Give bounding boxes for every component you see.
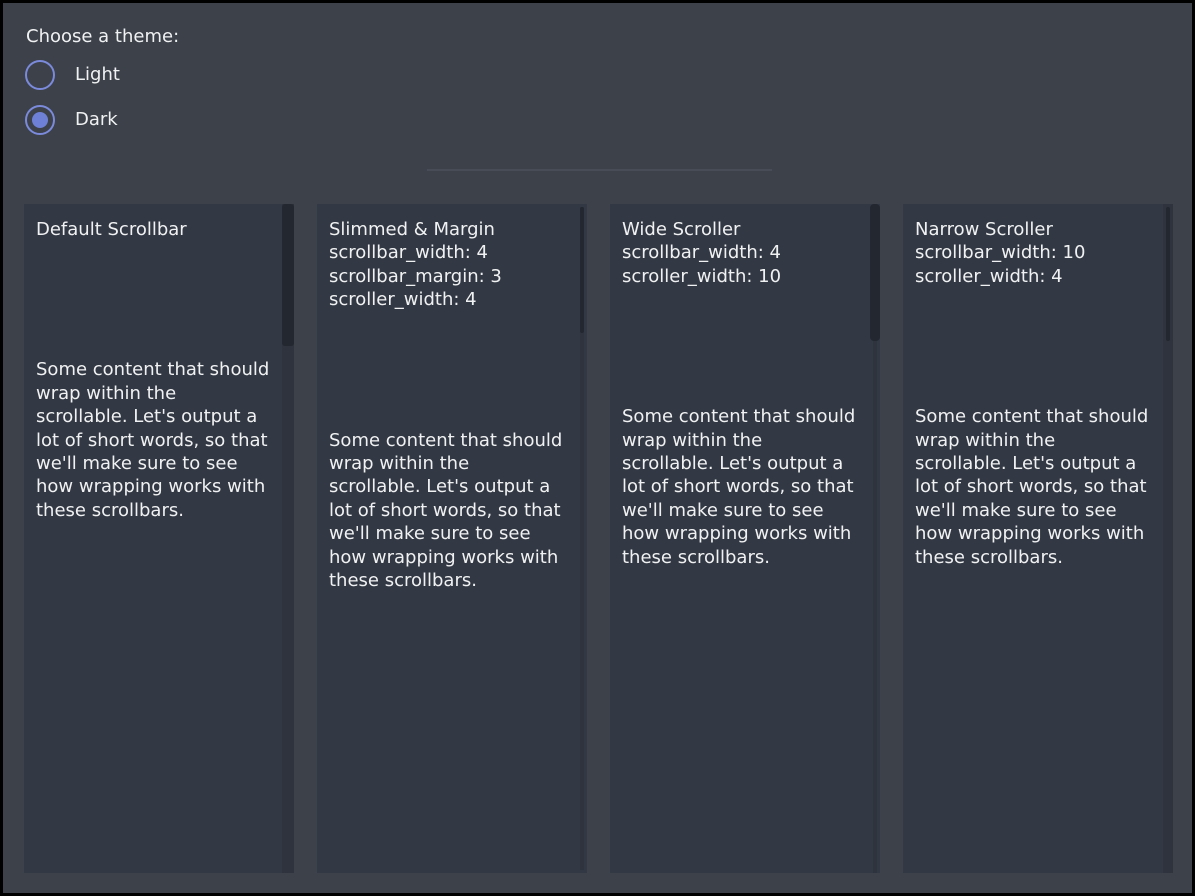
radio-dot <box>32 112 48 128</box>
panel-narrow-scroller[interactable]: Narrow Scroller scrollbar_width: 10 scro… <box>903 204 1173 873</box>
radio-label: Light <box>75 60 120 90</box>
panel-body-text: Some content that should wrap within the… <box>329 429 565 593</box>
panel-body-text: Some content that should wrap within the… <box>622 405 858 569</box>
panel-title-line: scrollbar_width: 4 <box>622 241 868 264</box>
panel-title-line: scroller_width: 4 <box>915 265 1161 288</box>
scrollbar-thumb[interactable] <box>580 207 584 333</box>
panel-default-scrollbar[interactable]: Default Scrollbar Some content that shou… <box>24 204 294 873</box>
panel-title: Slimmed & Margin scrollbar_width: 4 scro… <box>317 204 587 312</box>
scrollbar-thumb[interactable] <box>870 204 880 341</box>
radio-option-dark[interactable]: Dark <box>25 105 118 135</box>
radio-icon[interactable] <box>25 60 55 90</box>
scrollbar-demo-panels: Default Scrollbar Some content that shou… <box>24 204 1173 873</box>
panel-title-line: Narrow Scroller <box>915 218 1161 241</box>
theme-chooser-label: Choose a theme: <box>26 25 179 49</box>
radio-dot <box>32 67 48 83</box>
panel-wide-scroller[interactable]: Wide Scroller scrollbar_width: 4 scrolle… <box>610 204 880 873</box>
panel-title-line: Wide Scroller <box>622 218 868 241</box>
panel-title-line: scrollbar_width: 4 <box>329 241 575 264</box>
panel-title: Default Scrollbar <box>24 204 294 241</box>
panel-title-line: Slimmed & Margin <box>329 218 575 241</box>
panel-body-text: Some content that should wrap within the… <box>915 405 1151 569</box>
app-window: Choose a theme: Light Dark Default Scrol… <box>0 0 1195 896</box>
panel-body-text: Some content that should wrap within the… <box>36 358 272 522</box>
scrollbar-thumb[interactable] <box>282 204 294 346</box>
panel-slimmed-margin[interactable]: Slimmed & Margin scrollbar_width: 4 scro… <box>317 204 587 873</box>
radio-label: Dark <box>75 105 118 135</box>
scrollbar-thumb[interactable] <box>1166 207 1170 341</box>
panel-title-line: scroller_width: 10 <box>622 265 868 288</box>
radio-option-light[interactable]: Light <box>25 60 120 90</box>
panel-title-line: scroller_width: 4 <box>329 288 575 311</box>
panel-title-line: Default Scrollbar <box>36 218 282 241</box>
panel-title-line: scrollbar_margin: 3 <box>329 265 575 288</box>
panel-title-line: scrollbar_width: 10 <box>915 241 1161 264</box>
radio-icon[interactable] <box>25 105 55 135</box>
panel-title: Wide Scroller scrollbar_width: 4 scrolle… <box>610 204 880 288</box>
horizontal-divider <box>427 169 772 171</box>
panel-title: Narrow Scroller scrollbar_width: 10 scro… <box>903 204 1173 288</box>
